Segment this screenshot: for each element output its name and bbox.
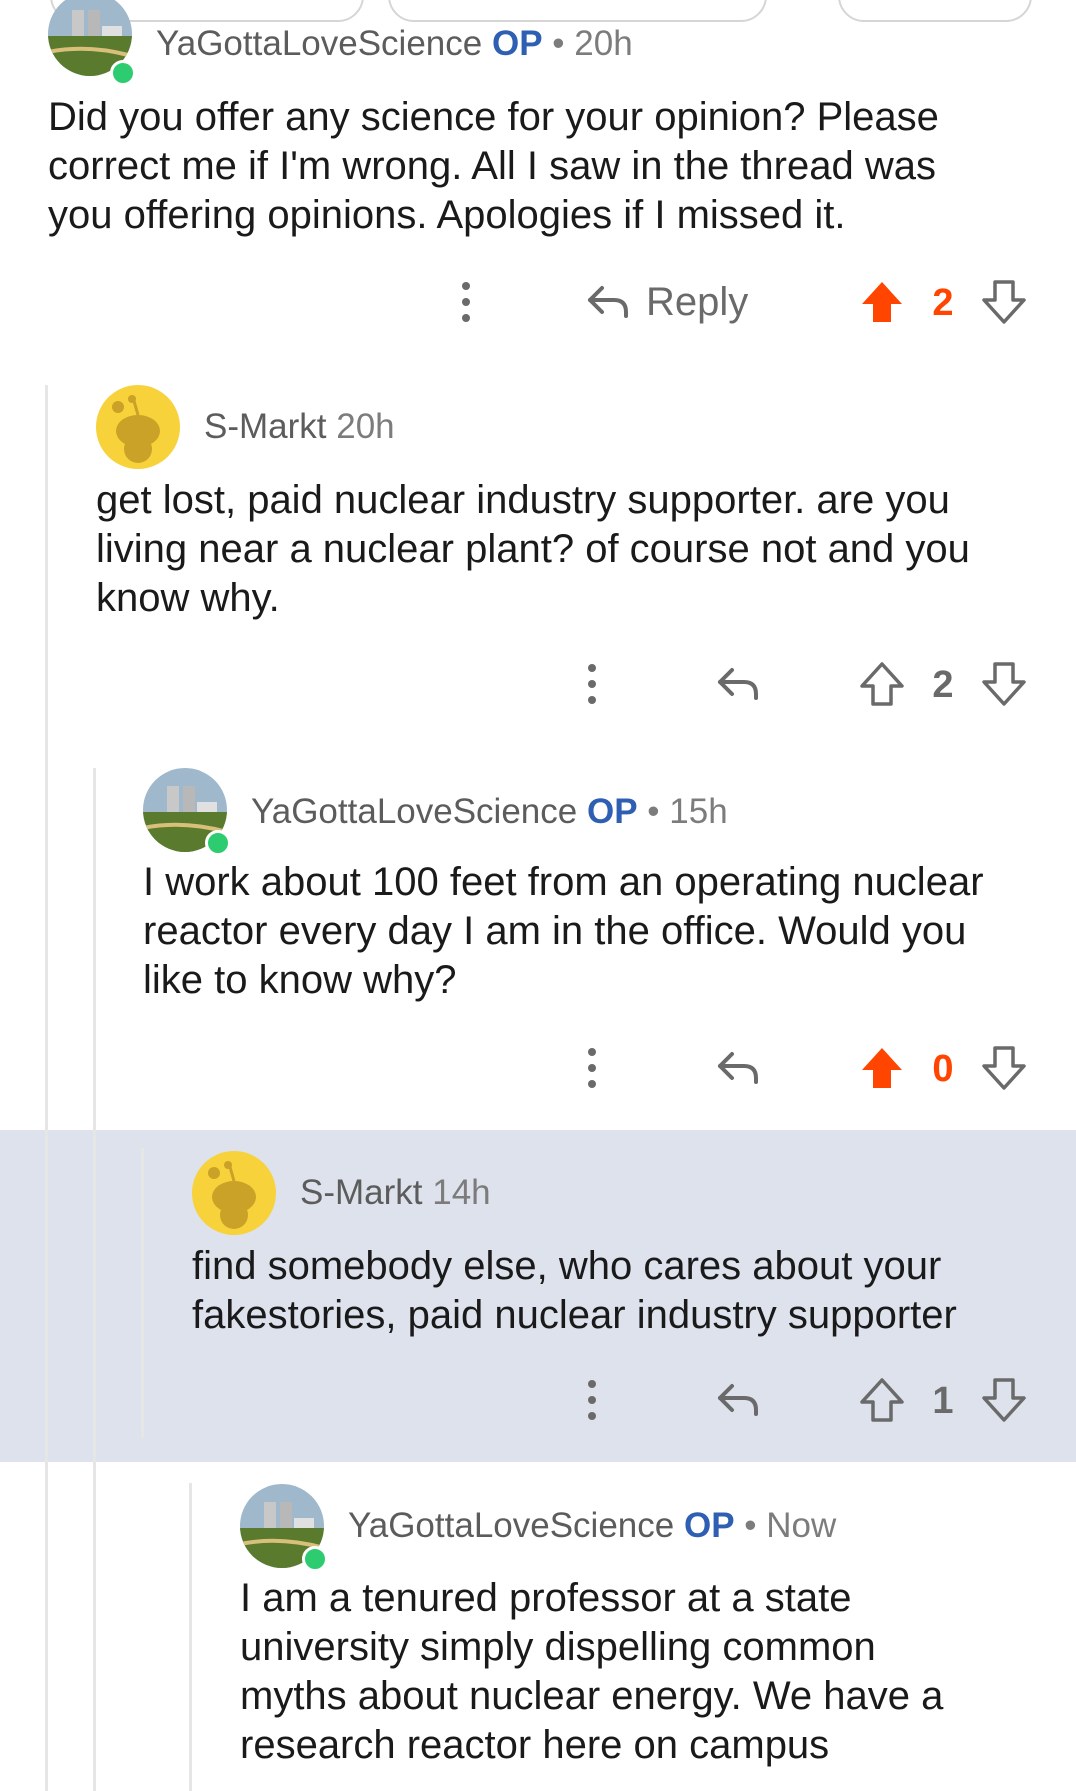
comment-actions: Reply 2 [0,272,1076,332]
more-options-icon[interactable] [446,272,486,332]
upvote-icon[interactable] [856,276,908,328]
op-badge: OP [586,792,638,831]
vote-score: 2 [932,664,954,706]
snoo-avatar-icon[interactable] [96,385,180,469]
comment-header: YaGottaLoveScience OP • Now [240,1484,1060,1572]
comment-body: find somebody else, who cares about your… [192,1244,957,1337]
upvote-icon[interactable] [856,1374,908,1426]
separator-dot: • [647,792,660,831]
author-name[interactable]: S-Markt [204,407,327,446]
thread-line [93,768,96,1791]
downvote-icon[interactable] [978,658,1030,710]
comment-header: S-Markt 14h [192,1151,1062,1235]
comment-author-line: YaGottaLoveScience OP • 20h [156,24,633,64]
upvote-icon[interactable] [856,1042,908,1094]
comment-time: 15h [669,792,728,831]
comment-author-line: YaGottaLoveScience OP • 15h [251,792,728,832]
comment-body: Did you offer any science for your opini… [48,95,939,237]
reply-label: Reply [646,279,749,324]
reply-icon [588,286,628,318]
author-name[interactable]: YaGottaLoveScience [251,792,577,831]
comment-body: I am a tenured professor at a state univ… [240,1576,944,1767]
thread-line [189,1483,192,1791]
comment-body: I work about 100 feet from an operating … [143,860,984,1002]
op-badge: OP [683,1506,735,1545]
reply-icon[interactable] [708,654,768,714]
reply-icon[interactable] [708,1038,768,1098]
comment-header: S-Markt 20h [96,385,1056,469]
more-options-icon[interactable] [572,1038,612,1098]
vote-score: 0 [932,1048,954,1090]
separator-dot: • [744,1506,757,1545]
comment-time: Now [766,1506,837,1545]
downvote-icon[interactable] [978,276,1030,328]
author-name[interactable]: S-Markt [300,1173,423,1212]
comment-time: 20h [574,24,633,63]
downvote-icon[interactable] [978,1042,1030,1094]
online-status-icon [205,830,231,856]
downvote-icon[interactable] [978,1374,1030,1426]
more-options-icon[interactable] [572,654,612,714]
comment-body: get lost, paid nuclear industry supporte… [96,478,970,620]
online-status-icon [110,60,136,86]
snoo-avatar-icon[interactable] [192,1151,276,1235]
vote-score: 1 [932,1380,954,1422]
comment-author-line: S-Markt 14h [300,1173,491,1213]
upvote-icon[interactable] [856,658,908,710]
comment-author-line: YaGottaLoveScience OP • Now [348,1506,836,1546]
comment-header: YaGottaLoveScience OP • 15h [143,768,1063,856]
reply-icon[interactable] [708,1370,768,1430]
reply-button[interactable]: Reply [584,272,784,332]
comment-header: YaGottaLoveScience OP • 20h [48,0,1048,86]
comment-actions: 2 [0,654,1076,714]
comment-time: 14h [432,1173,491,1212]
op-badge: OP [491,24,543,63]
comment-author-line: S-Markt 20h [204,407,395,447]
author-name[interactable]: YaGottaLoveScience [348,1506,674,1545]
vote-score: 2 [932,282,954,324]
author-name[interactable]: YaGottaLoveScience [156,24,482,63]
comment-time: 20h [336,407,395,446]
comment-actions: 1 [0,1370,1076,1430]
separator-dot: • [552,24,565,63]
more-options-icon[interactable] [572,1370,612,1430]
comment-actions: 0 [0,1038,1076,1098]
online-status-icon [302,1546,328,1572]
